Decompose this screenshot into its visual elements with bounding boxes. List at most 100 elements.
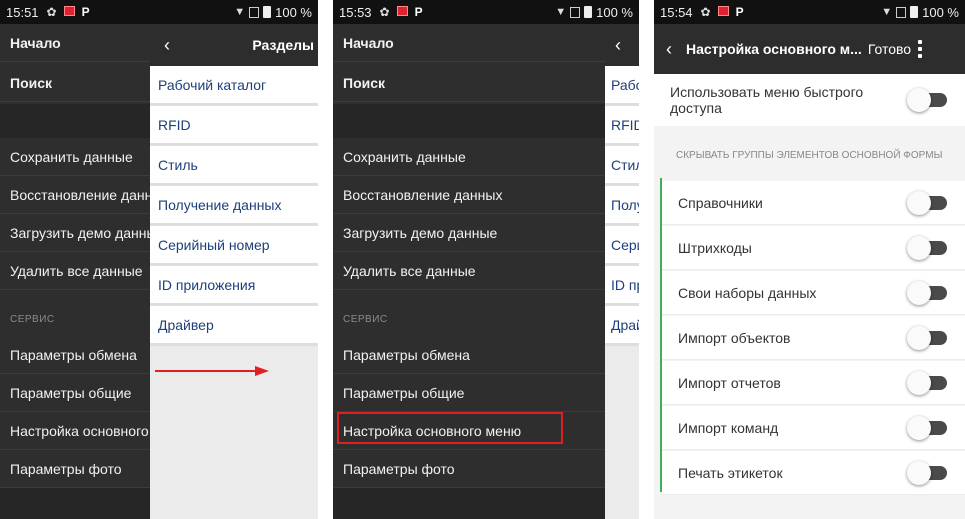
- screenshot-3: 15:54 ✿ P ▼ 100 % ‹ Настройка основного …: [654, 0, 965, 519]
- notification-icon: [396, 5, 408, 19]
- print-labels-toggle[interactable]: [907, 460, 947, 485]
- back-arrow-icon[interactable]: ‹: [615, 35, 621, 56]
- battery-icon: [584, 6, 593, 18]
- section-item-serial-number[interactable]: Серийный номер: [150, 226, 318, 266]
- drawer-item-save-data[interactable]: Сохранить данные: [333, 138, 639, 176]
- status-time: 15:51: [6, 4, 39, 20]
- sections-list: Рабочий каталог RFID Стиль Получение дан…: [605, 66, 639, 346]
- back-arrow-icon[interactable]: ‹: [666, 39, 672, 60]
- toggle-label: Импорт отчетов: [678, 374, 781, 391]
- section-item-work-catalog[interactable]: Рабочий каталог: [605, 66, 639, 106]
- quick-access-label: Использовать меню быстрого доступа: [670, 84, 864, 116]
- sections-title: Разделы: [252, 37, 314, 53]
- section-item-style[interactable]: Стиль: [605, 146, 639, 186]
- toggle-label: Штрихкоды: [678, 239, 752, 256]
- drawer-item-home[interactable]: Начало: [333, 24, 639, 62]
- gear-icon: ✿: [379, 5, 390, 19]
- wifi-icon: ▼: [555, 6, 567, 18]
- drawer-item-load-demo[interactable]: Загрузить демо данные: [333, 214, 639, 252]
- toggle-row-barcodes: Штрихкоды: [662, 226, 965, 270]
- status-bar: 15:53 ✿ P ▼ 100 %: [333, 0, 639, 24]
- import-reports-toggle[interactable]: [907, 370, 947, 395]
- import-objects-toggle[interactable]: [907, 325, 947, 350]
- notification-icon: [63, 5, 75, 19]
- toggle-row-import-commands: Импорт команд: [662, 406, 965, 450]
- status-time: 15:54: [660, 4, 693, 20]
- screenshot-1: 15:51 ✿ P ▼ 100 % Начало Поиск Сохранить…: [0, 0, 318, 519]
- toggle-label: Печать этикеток: [678, 464, 783, 481]
- section-item-style[interactable]: Стиль: [150, 146, 318, 186]
- wifi-icon: ▼: [881, 6, 893, 18]
- battery-level: 100 %: [275, 4, 312, 20]
- section-item-app-id[interactable]: ID приложения: [150, 266, 318, 306]
- drawer-item-photo-params[interactable]: Параметры фото: [333, 450, 639, 488]
- drawer-item-search[interactable]: Поиск: [333, 64, 639, 102]
- gear-icon: ✿: [46, 5, 57, 19]
- drawer-item-restore-data[interactable]: Восстановление данных: [333, 176, 639, 214]
- sections-panel: ‹ Рабочий каталог RFID Стиль Получение д…: [605, 24, 639, 519]
- drawer-section-service: СЕРВИС: [10, 314, 55, 325]
- drawer-section-service: СЕРВИС: [343, 314, 388, 325]
- section-item-rfid[interactable]: RFID: [150, 106, 318, 146]
- screenshot-2: 15:53 ✿ P ▼ 100 % Начало Поиск Сохранить…: [333, 0, 639, 519]
- section-item-app-id[interactable]: ID приложения: [605, 266, 639, 306]
- quick-access-toggle[interactable]: [907, 88, 947, 112]
- battery-level: 100 %: [596, 4, 633, 20]
- settings-title: Настройка основного м...: [686, 41, 862, 57]
- section-item-data-receive[interactable]: Получение данных: [150, 186, 318, 226]
- notification-icon: [717, 5, 729, 19]
- settings-header: ‹ Настройка основного м... Готово: [654, 24, 965, 74]
- battery-level: 100 %: [922, 4, 959, 20]
- toggle-row-import-reports: Импорт отчетов: [662, 361, 965, 405]
- section-item-serial-number[interactable]: Серийный номер: [605, 226, 639, 266]
- group-title: СКРЫВАТЬ ГРУППЫ ЭЛЕМЕНТОВ ОСНОВНОЙ ФОРМЫ: [676, 150, 943, 161]
- toggle-row-own-datasets: Свои наборы данных: [662, 271, 965, 315]
- swipe-arrow: [155, 370, 255, 372]
- swipe-arrowhead: [255, 366, 269, 376]
- drawer-item-delete-all[interactable]: Удалить все данные: [333, 252, 639, 290]
- sections-header: ‹: [605, 24, 639, 66]
- sim-icon: [570, 6, 581, 18]
- section-item-work-catalog[interactable]: Рабочий каталог: [150, 66, 318, 106]
- battery-icon: [263, 6, 272, 18]
- battery-icon: [910, 6, 919, 18]
- toggle-label: Справочники: [678, 194, 763, 211]
- status-time: 15:53: [339, 4, 372, 20]
- toggle-label: Импорт объектов: [678, 329, 791, 346]
- toggle-row-print-labels: Печать этикеток: [662, 451, 965, 495]
- gear-icon: ✿: [700, 5, 711, 19]
- drawer-item-exchange-params[interactable]: Параметры обмена: [333, 336, 639, 374]
- sim-icon: [896, 6, 907, 18]
- app-p-icon: P: [81, 5, 90, 19]
- section-item-rfid[interactable]: RFID: [605, 106, 639, 146]
- quick-access-row: Использовать меню быстрого доступа: [654, 74, 965, 126]
- toggle-row-import-objects: Импорт объектов: [662, 316, 965, 360]
- sections-panel: ‹ Разделы Рабочий каталог RFID Стиль Пол…: [150, 24, 318, 519]
- import-commands-toggle[interactable]: [907, 415, 947, 440]
- sim-icon: [249, 6, 260, 18]
- section-item-driver[interactable]: Драйвер: [605, 306, 639, 346]
- section-item-data-receive[interactable]: Получение данных: [605, 186, 639, 226]
- more-options-icon[interactable]: [918, 40, 923, 58]
- sections-list: Рабочий каталог RFID Стиль Получение дан…: [150, 66, 318, 346]
- toggle-label: Импорт команд: [678, 419, 779, 436]
- status-bar: 15:51 ✿ P ▼ 100 %: [0, 0, 318, 24]
- directories-toggle[interactable]: [907, 190, 947, 215]
- done-button[interactable]: Готово: [868, 41, 911, 57]
- section-item-driver[interactable]: Драйвер: [150, 306, 318, 346]
- barcodes-toggle[interactable]: [907, 235, 947, 260]
- own-datasets-toggle[interactable]: [907, 280, 947, 305]
- toggle-label: Свои наборы данных: [678, 284, 817, 301]
- app-p-icon: P: [414, 5, 423, 19]
- status-bar: 15:54 ✿ P ▼ 100 %: [654, 0, 965, 24]
- wifi-icon: ▼: [234, 6, 246, 18]
- drawer-divider: [333, 104, 639, 138]
- drawer-footer: [333, 488, 639, 519]
- sections-header: ‹ Разделы: [150, 24, 318, 66]
- app-p-icon: P: [735, 5, 744, 19]
- navigation-drawer: Начало Поиск Сохранить данные Восстановл…: [333, 24, 639, 519]
- back-arrow-icon[interactable]: ‹: [164, 35, 170, 56]
- highlight-box: [337, 412, 563, 444]
- toggle-row-directories: Справочники: [662, 181, 965, 225]
- drawer-item-general-params[interactable]: Параметры общие: [333, 374, 639, 412]
